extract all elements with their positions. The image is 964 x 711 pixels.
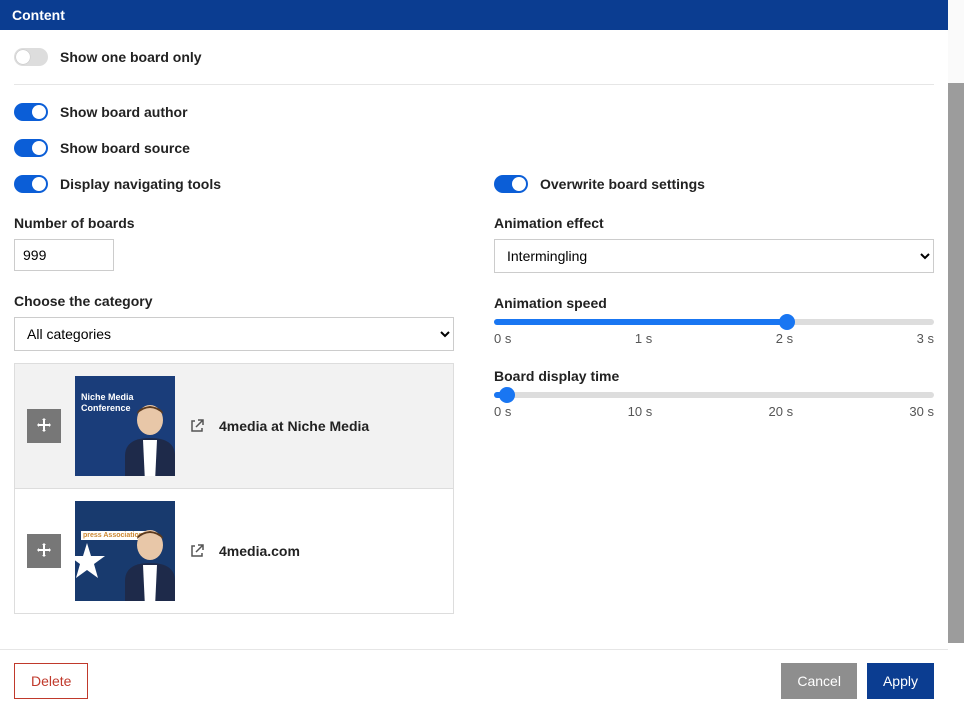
external-link-icon bbox=[189, 418, 205, 434]
person-avatar bbox=[121, 525, 175, 601]
toggle-row-show-source: Show board source bbox=[14, 139, 934, 157]
board-thumbnail: Niche MediaConference bbox=[75, 376, 175, 476]
field-number-of-boards: Number of boards bbox=[14, 215, 454, 271]
star-icon bbox=[75, 541, 107, 581]
board-item[interactable]: press Association 4media.com bbox=[15, 489, 453, 613]
toggle-overwrite[interactable] bbox=[494, 175, 528, 193]
delete-button[interactable]: Delete bbox=[14, 663, 88, 699]
toggle-label: Show board author bbox=[60, 104, 188, 120]
two-column-layout: Display navigating tools Number of board… bbox=[14, 175, 934, 614]
animation-effect-label: Animation effect bbox=[494, 215, 934, 231]
panel-header: Content bbox=[0, 0, 948, 30]
toggle-nav-tools[interactable] bbox=[14, 175, 48, 193]
drag-handle[interactable] bbox=[27, 409, 61, 443]
toggle-label: Show board source bbox=[60, 140, 190, 156]
move-icon bbox=[36, 418, 52, 434]
apply-button[interactable]: Apply bbox=[867, 663, 934, 699]
move-icon bbox=[36, 543, 52, 559]
toggle-show-one-board[interactable] bbox=[14, 48, 48, 66]
board-title: 4media.com bbox=[219, 543, 300, 559]
board-thumbnail: press Association bbox=[75, 501, 175, 601]
animation-speed-label: Animation speed bbox=[494, 295, 934, 311]
toggle-row-show-author: Show board author bbox=[14, 103, 934, 121]
slider-thumb[interactable] bbox=[499, 387, 515, 403]
field-display-time: Board display time 0 s 10 s 20 s 30 s bbox=[494, 368, 934, 419]
cancel-button[interactable]: Cancel bbox=[781, 663, 857, 699]
display-time-label: Board display time bbox=[494, 368, 934, 384]
board-title: 4media at Niche Media bbox=[219, 418, 369, 434]
person-avatar bbox=[121, 400, 175, 476]
board-list: Niche MediaConference 4media at Niche Me… bbox=[14, 363, 454, 614]
animation-speed-slider[interactable] bbox=[494, 319, 934, 325]
drag-handle[interactable] bbox=[27, 534, 61, 568]
field-category: Choose the category All categories bbox=[14, 293, 454, 351]
external-link-icon bbox=[189, 543, 205, 559]
left-column: Display navigating tools Number of board… bbox=[14, 175, 454, 614]
content-area: Show one board only Show board author Sh… bbox=[0, 30, 948, 614]
slider-labels: 0 s 10 s 20 s 30 s bbox=[494, 404, 934, 419]
toggle-row-nav-tools: Display navigating tools bbox=[14, 175, 454, 193]
num-boards-label: Number of boards bbox=[14, 215, 454, 231]
slider-thumb[interactable] bbox=[779, 314, 795, 330]
board-item[interactable]: Niche MediaConference 4media at Niche Me… bbox=[15, 364, 453, 489]
toggle-label: Show one board only bbox=[60, 49, 202, 65]
right-column: Overwrite board settings Animation effec… bbox=[494, 175, 934, 614]
category-select[interactable]: All categories bbox=[14, 317, 454, 351]
footer-bar: Delete Cancel Apply bbox=[0, 649, 948, 711]
slider-labels: 0 s 1 s 2 s 3 s bbox=[494, 331, 934, 346]
divider bbox=[14, 84, 934, 85]
toggle-label: Display navigating tools bbox=[60, 176, 221, 192]
toggle-show-author[interactable] bbox=[14, 103, 48, 121]
toggle-show-source[interactable] bbox=[14, 139, 48, 157]
display-time-slider[interactable] bbox=[494, 392, 934, 398]
num-boards-input[interactable] bbox=[14, 239, 114, 271]
field-animation-speed: Animation speed 0 s 1 s 2 s 3 s bbox=[494, 295, 934, 346]
panel-title: Content bbox=[12, 7, 65, 23]
toggle-row-overwrite: Overwrite board settings bbox=[494, 175, 934, 193]
animation-effect-select[interactable]: Intermingling bbox=[494, 239, 934, 273]
field-animation-effect: Animation effect Intermingling bbox=[494, 215, 934, 273]
toggle-row-show-one-board: Show one board only bbox=[14, 48, 934, 66]
toggle-label: Overwrite board settings bbox=[540, 176, 705, 192]
scrollbar-thumb[interactable] bbox=[948, 83, 964, 643]
category-label: Choose the category bbox=[14, 293, 454, 309]
